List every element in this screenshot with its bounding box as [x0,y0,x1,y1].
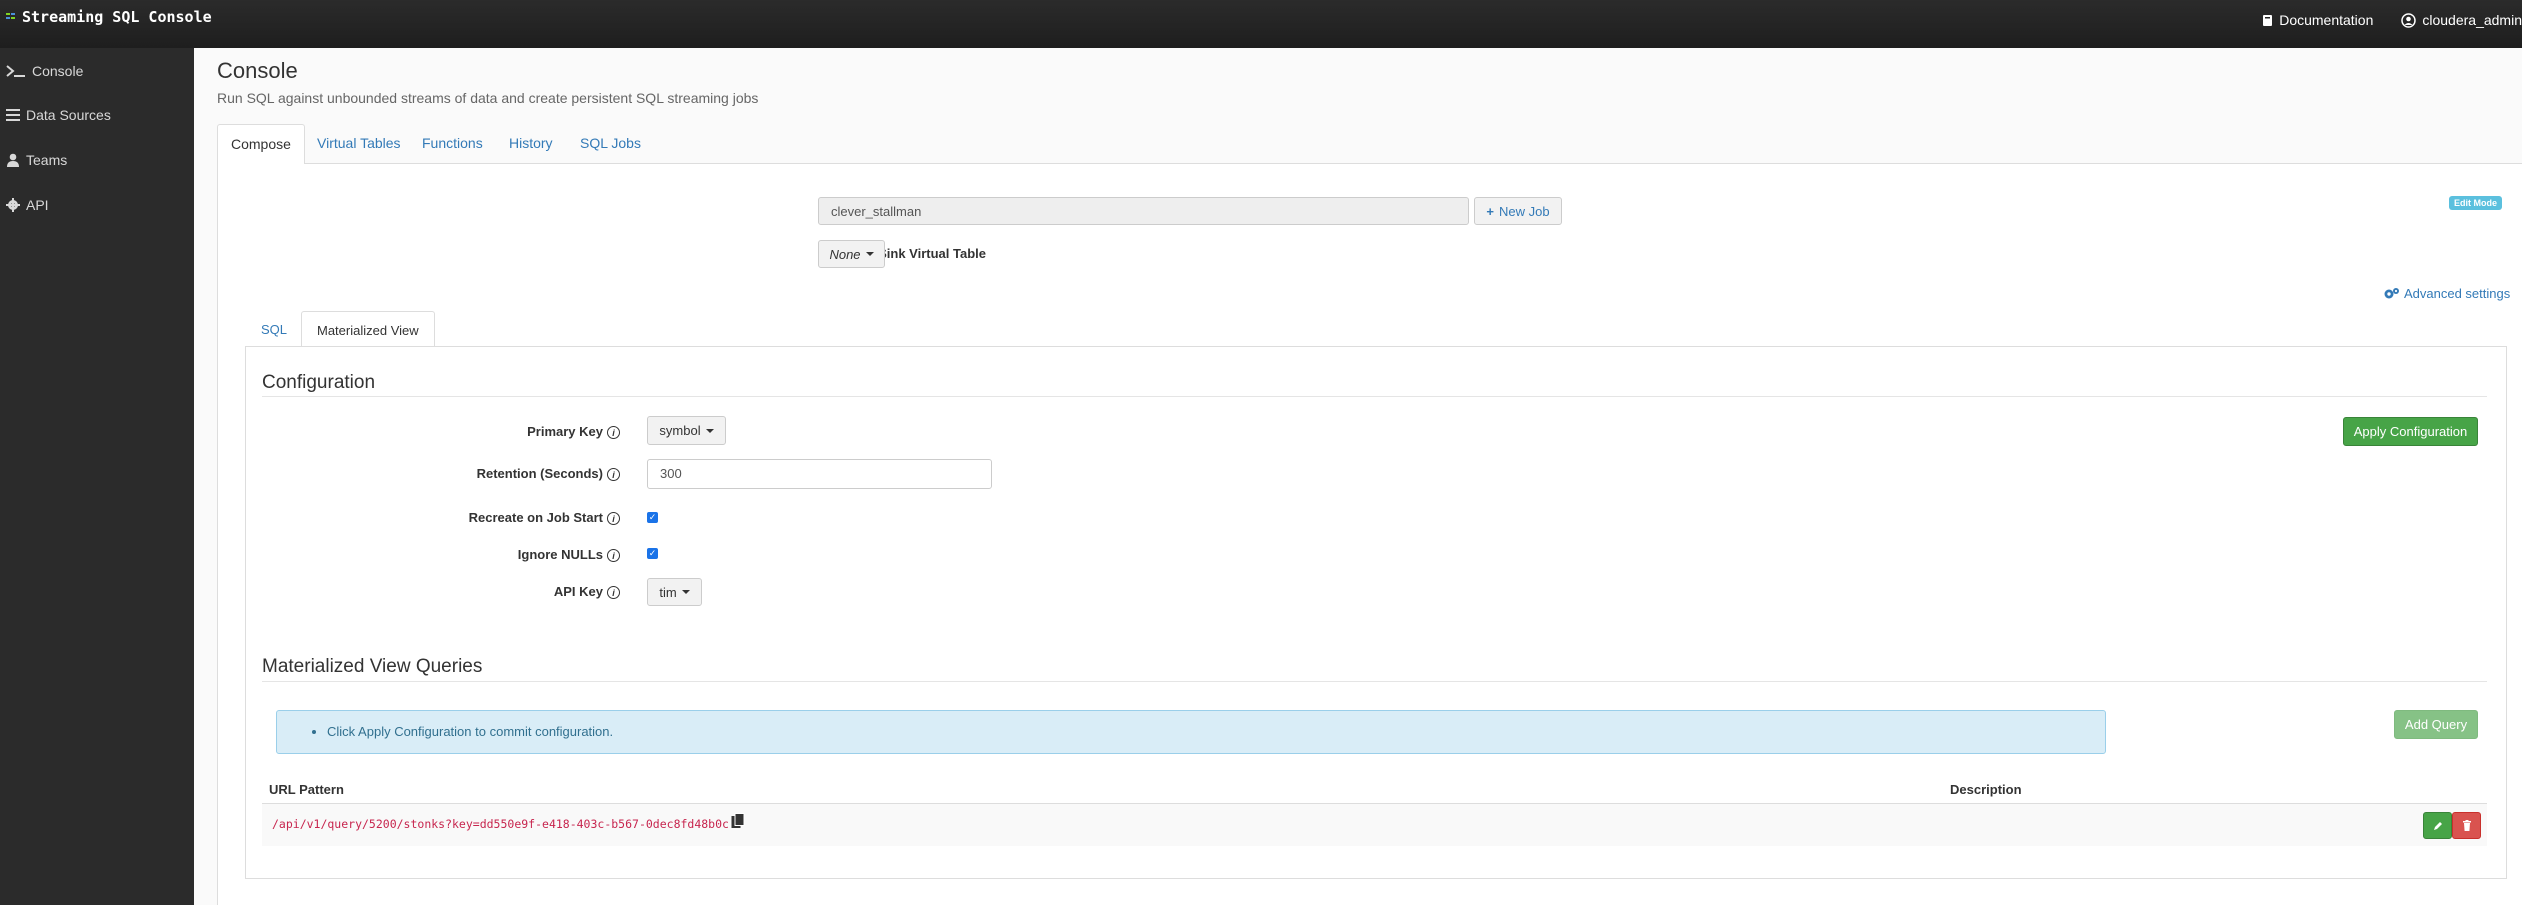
tab-compose[interactable]: Compose [217,124,305,165]
chevron-down-icon [865,252,874,256]
username: cloudera_admin [2422,12,2522,28]
sidebar-item-label: Console [32,63,84,79]
ignore-nulls-text: Ignore NULLs [517,547,603,562]
trash-icon [2462,820,2471,831]
sidebar-item-label: Teams [26,152,68,168]
primary-key-label: Primary Key i [320,424,620,440]
info-icon[interactable]: i [607,586,620,600]
info-icon[interactable]: i [607,549,620,563]
retention-input[interactable]: 300 [647,459,992,489]
ignore-nulls-label: Ignore NULLs i [320,547,620,563]
edit-mode-badge: Edit Mode [2449,196,2502,210]
delete-query-button[interactable] [2452,812,2481,839]
url-pattern-value[interactable]: /api/v1/query/5200/stonks?key=dd550e9f-e… [272,817,729,831]
recreate-on-job-start-checkbox[interactable]: ✓ [647,512,658,523]
queries-divider [262,681,2487,682]
sidebar-item-teams[interactable]: Teams [6,152,67,168]
subtab-sql[interactable]: SQL [261,311,287,350]
gears-icon [2384,288,2399,299]
app-logo-icon [6,13,15,19]
app-brand[interactable]: Streaming SQL Console [6,8,212,26]
chevron-down-icon [705,428,714,433]
primary-key-dropdown[interactable]: symbol [647,416,726,445]
info-icon[interactable]: i [607,426,620,440]
sidebar-item-label: API [26,197,49,213]
column-header-description: Description [1950,782,2022,797]
new-job-button[interactable]: + New Job [1474,197,1562,225]
advanced-settings-label: Advanced settings [2404,286,2511,301]
book-icon [2263,14,2273,26]
sidebar-item-api[interactable]: API [6,197,49,213]
documentation-link[interactable]: Documentation [2262,12,2373,28]
user-circle-icon [2401,12,2417,28]
configuration-divider [262,396,2487,397]
app-title: Streaming SQL Console [22,8,212,26]
pencil-icon [2433,821,2442,830]
api-key-value: tim [659,584,677,600]
ignore-nulls-checkbox[interactable]: ✓ [647,548,658,559]
tab-history[interactable]: History [509,124,553,163]
list-icon [6,109,20,121]
add-query-button[interactable]: Add Query [2394,710,2478,739]
terminal-icon [6,65,25,77]
primary-key-text: Primary Key [527,424,603,439]
gear-icon [6,198,20,212]
info-icon[interactable]: i [607,468,620,482]
page-subtitle: Run SQL against unbounded streams of dat… [217,90,759,106]
info-alert-message: Click Apply Configuration to commit conf… [327,724,2105,739]
documentation-label: Documentation [2279,12,2374,28]
recreate-text: Recreate on Job Start [468,510,603,525]
sql-job-name-field[interactable]: clever_stallman [818,197,1469,225]
info-alert: Click Apply Configuration to commit conf… [276,710,2106,754]
user-icon [7,153,19,167]
info-icon[interactable]: i [607,512,620,526]
recreate-on-job-start-label: Recreate on Job Start i [320,510,620,526]
top-navbar: Streaming SQL Console Documentation clou… [0,0,2522,48]
tab-virtual-tables[interactable]: Virtual Tables [317,124,401,163]
advanced-settings-link[interactable]: Advanced settings [2384,286,2510,301]
materialized-view-queries-title: Materialized View Queries [262,656,483,677]
sidebar-item-label: Data Sources [26,107,111,123]
primary-key-value: symbol [659,423,701,438]
tab-functions[interactable]: Functions [422,124,483,163]
plus-icon: + [1486,203,1494,219]
user-menu[interactable]: cloudera_admin [2401,12,2522,28]
sink-selected-value: None [829,246,861,262]
tab-sql-jobs[interactable]: SQL Jobs [580,124,641,163]
page-title: Console [217,58,298,83]
configuration-title: Configuration [262,372,376,393]
retention-text: Retention (Seconds) [476,466,603,481]
new-job-label: New Job [1499,203,1550,219]
chevron-down-icon [681,590,690,594]
sidebar: Console Data Sources Teams API [0,48,194,905]
column-header-url-pattern: URL Pattern [269,782,344,797]
api-key-label: API Key i [320,584,620,600]
api-key-text: API Key [553,584,603,599]
copy-icon[interactable] [731,813,745,829]
sidebar-item-console[interactable]: Console [6,63,83,79]
apply-configuration-button[interactable]: Apply Configuration [2343,417,2478,446]
sink-virtual-table-dropdown[interactable]: None [818,240,885,268]
sidebar-item-data-sources[interactable]: Data Sources [6,107,111,123]
retention-label: Retention (Seconds) i [320,466,620,482]
api-key-dropdown[interactable]: tim [647,578,702,606]
edit-query-button[interactable] [2423,812,2452,839]
